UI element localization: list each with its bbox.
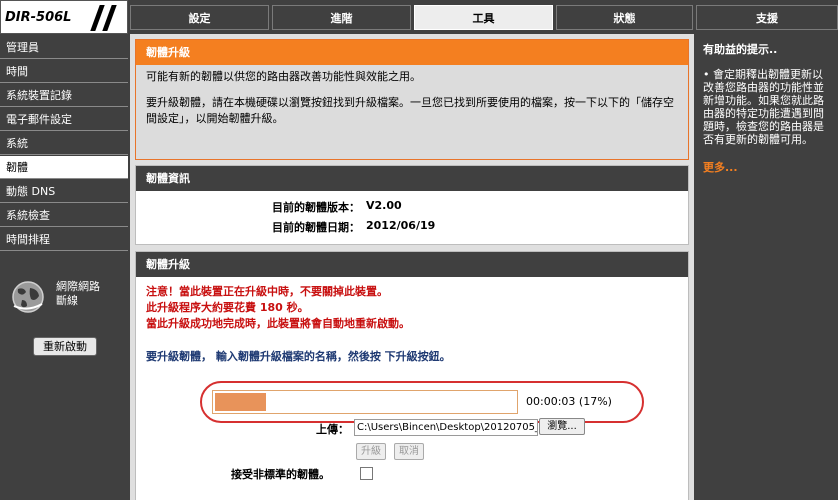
firmware-info-title: 韌體資訊 bbox=[136, 166, 688, 191]
upload-label: 上傳： bbox=[316, 423, 349, 436]
tab-support[interactable]: 支援 bbox=[696, 5, 838, 30]
main-content: 韌體升級 可能有新的韌體以供您的路由器改善功能性與效能之用。 要升級韌體，請在本… bbox=[130, 34, 694, 500]
tab-setup[interactable]: 設定 bbox=[130, 5, 269, 30]
sidebar-item-syscheck[interactable]: 系統檢查 bbox=[0, 204, 128, 227]
upgrade-title: 韌體升級 bbox=[136, 252, 688, 277]
sidebar-item-firmware[interactable]: 韌體 bbox=[0, 156, 128, 179]
intro-title: 韌體升級 bbox=[136, 40, 688, 65]
warning-line-2: 此升級程序大約要花費 180 秒。 bbox=[146, 301, 309, 314]
tab-advanced[interactable]: 進階 bbox=[272, 5, 411, 30]
upgrade-instruction: 要升級韌體， 輸入韌體升級檔案的名稱，然後按 下升級按鈕。 bbox=[146, 350, 451, 363]
sidebar-item-time[interactable]: 時間 bbox=[0, 60, 128, 83]
help-body: • 會定期釋出韌體更新以改善您路由器的功能性並新增功能。如果您就此路由器的特定功… bbox=[703, 68, 824, 146]
intro-line-1: 可能有新的韌體以供您的路由器改善功能性與效能之用。 bbox=[146, 70, 421, 83]
firmware-date-value: 2012/06/19 bbox=[366, 219, 436, 232]
logo-slash-2 bbox=[102, 5, 117, 31]
tab-status[interactable]: 狀態 bbox=[556, 5, 693, 30]
firmware-upgrade-panel: 韌體升級 注意！當此裝置正在升級中時，不要關掉此裝置。 此升級程序大約要花費 1… bbox=[135, 251, 689, 500]
help-panel: 有助益的提示.. • 會定期釋出韌體更新以改善您路由器的功能性並新增功能。如果您… bbox=[696, 34, 838, 500]
accept-nonstandard-checkbox[interactable] bbox=[360, 467, 373, 480]
firmware-version-value: V2.00 bbox=[366, 199, 402, 212]
sidebar: 管理員 時間 系統裝置記錄 電子郵件設定 系統 韌體 動態 DNS 系統檢查 時… bbox=[0, 34, 128, 500]
upgrade-button[interactable]: 升級 bbox=[356, 443, 386, 460]
firmware-date-label: 目前的韌體日期： bbox=[272, 221, 360, 234]
cancel-button[interactable]: 取消 bbox=[394, 443, 424, 460]
progress-bar bbox=[212, 390, 518, 414]
sidebar-item-email[interactable]: 電子郵件設定 bbox=[0, 108, 128, 131]
sidebar-item-system[interactable]: 系統 bbox=[0, 132, 128, 155]
reboot-button[interactable]: 重新啟動 bbox=[33, 337, 97, 356]
help-more-link[interactable]: 更多... bbox=[703, 159, 738, 175]
globe-network-icon bbox=[12, 281, 44, 313]
warning-line-3: 當此升級成功地完成時，此裝置將會自動地重新啟動。 bbox=[146, 317, 410, 330]
intro-panel: 韌體升級 可能有新的韌體以供您的路由器改善功能性與效能之用。 要升級韌體，請在本… bbox=[135, 39, 689, 160]
warning-line-1: 注意！當此裝置正在升級中時，不要關掉此裝置。 bbox=[146, 285, 388, 298]
help-title: 有助益的提示.. bbox=[703, 43, 778, 56]
internet-status-text: 網際網路 斷線 bbox=[56, 280, 100, 307]
firmware-version-label: 目前的韌體版本： bbox=[272, 201, 360, 214]
tab-tools[interactable]: 工具 bbox=[414, 5, 553, 30]
intro-line-2: 要升級韌體，請在本機硬碟以瀏覽按鈕找到升級檔案。一旦您已找到所要使用的檔案，按一… bbox=[146, 96, 674, 125]
sidebar-item-admin[interactable]: 管理員 bbox=[0, 36, 128, 59]
progress-bar-fill bbox=[215, 393, 266, 411]
sidebar-item-syslog[interactable]: 系統裝置記錄 bbox=[0, 84, 128, 107]
brand-logo: DIR-506L bbox=[0, 0, 128, 34]
accept-nonstandard-label: 接受非標準的韌體。 bbox=[231, 468, 330, 481]
sidebar-item-schedules[interactable]: 時間排程 bbox=[0, 228, 128, 251]
progress-text: 00:00:03 (17%) bbox=[526, 395, 612, 408]
firmware-info-panel: 韌體資訊 目前的韌體版本： V2.00 目前的韌體日期： 2012/06/19 bbox=[135, 165, 689, 245]
model-name: DIR-506L bbox=[5, 10, 72, 25]
file-path-input[interactable]: C:\Users\Bincen\Desktop\20120705_| bbox=[354, 419, 538, 436]
browse-button[interactable]: 瀏覽... bbox=[539, 418, 585, 435]
internet-status: 網際網路 斷線 bbox=[56, 280, 126, 308]
sidebar-item-ddns[interactable]: 動態 DNS bbox=[0, 180, 128, 203]
top-nav-bar: DIR-506L 設定 進階 工具 狀態 支援 bbox=[0, 0, 838, 34]
